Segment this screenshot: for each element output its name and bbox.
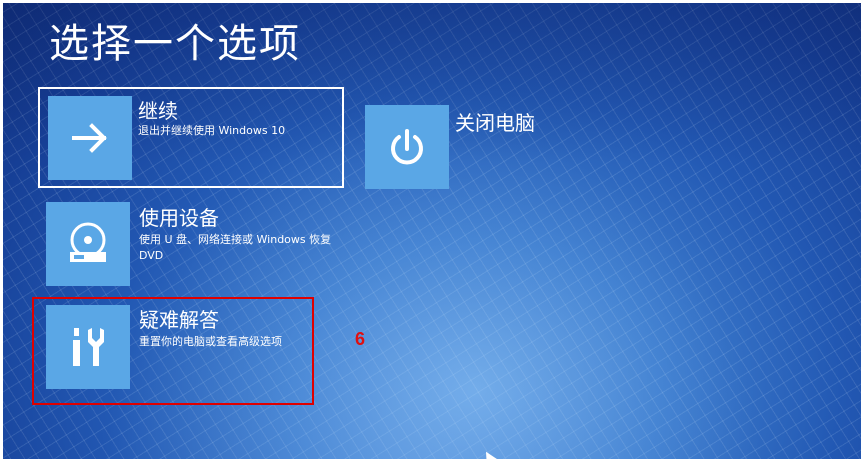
- continue-option[interactable]: 继续 退出并继续使用 Windows 10: [38, 87, 344, 188]
- continue-label: 继续: [138, 99, 178, 123]
- shutdown-label: 关闭电脑: [455, 111, 535, 135]
- mouse-cursor-icon: [480, 448, 498, 459]
- page-title: 选择一个选项: [49, 21, 301, 67]
- annotation-step-number: 6: [355, 329, 366, 349]
- use-device-description: 使用 U 盘、网络连接或 Windows 恢复 DVD: [139, 233, 332, 262]
- arrow-right-icon: [48, 96, 132, 180]
- use-device-label: 使用设备: [139, 206, 219, 230]
- shutdown-option[interactable]: 关闭电脑: [363, 103, 563, 193]
- continue-description: 退出并继续使用 Windows 10: [138, 124, 286, 137]
- disc-drive-icon: [46, 202, 130, 286]
- annotation-highlight-box: [32, 297, 314, 405]
- use-device-option[interactable]: 使用设备 使用 U 盘、网络连接或 Windows 恢复 DVD: [41, 198, 341, 288]
- recovery-screen: 选择一个选项 继续 退出并继续使用 Windows 10 使用设备 使用 U 盘…: [3, 3, 861, 459]
- power-icon: [365, 105, 449, 189]
